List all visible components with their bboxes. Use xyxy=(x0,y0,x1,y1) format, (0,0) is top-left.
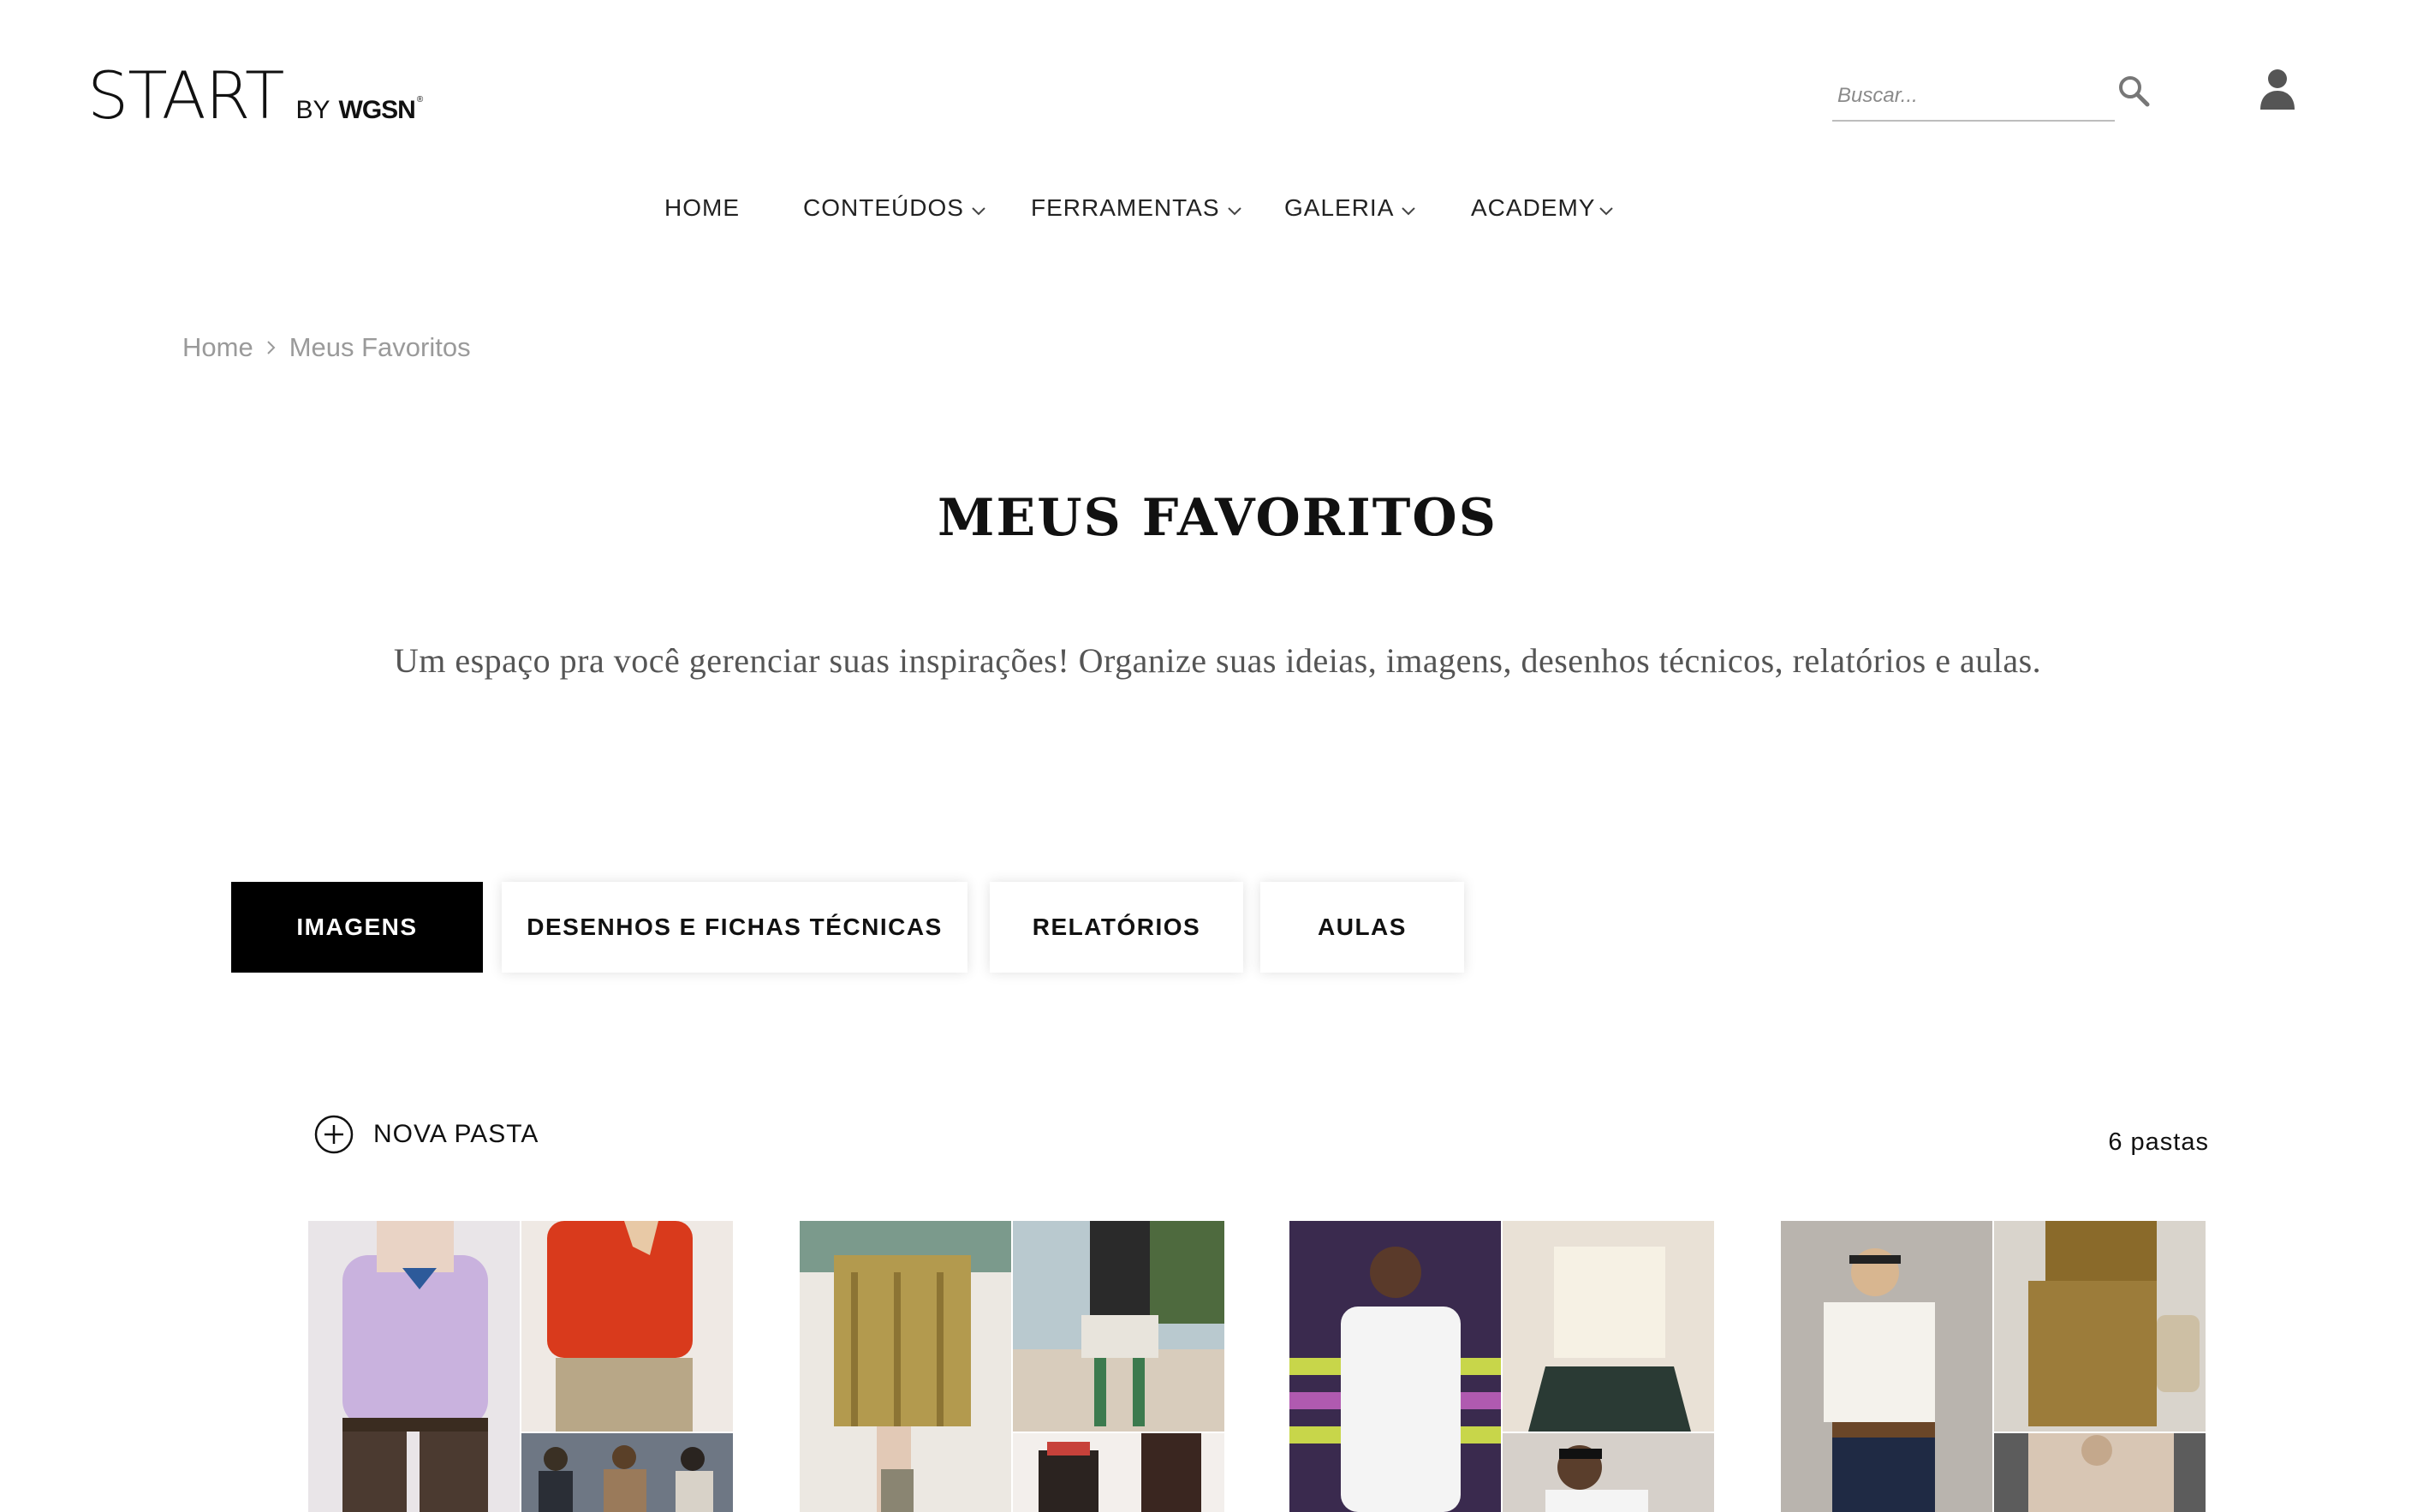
search-box xyxy=(1832,68,2115,122)
breadcrumb-current: Meus Favoritos xyxy=(289,332,471,362)
folder-card[interactable] xyxy=(308,1221,733,1512)
folder-thumbnail xyxy=(1503,1433,1714,1512)
folder-thumbnail xyxy=(1994,1433,2206,1512)
breadcrumb: Home Meus Favoritos xyxy=(182,332,471,363)
tab-imagens[interactable]: IMAGENS xyxy=(231,882,483,973)
chevron-right-icon xyxy=(265,339,277,356)
nav-ferramentas-label: FERRAMENTAS xyxy=(1031,194,1220,221)
search-icon xyxy=(2119,76,2150,107)
nav-galeria-label: GALERIA xyxy=(1284,194,1395,221)
folder-thumbnail xyxy=(1994,1221,2206,1432)
folder-thumbnail xyxy=(1013,1221,1224,1432)
search-input[interactable] xyxy=(1837,80,2094,111)
folder-thumbnail xyxy=(800,1221,1011,1512)
nav-home[interactable]: HOME xyxy=(664,188,740,228)
logo-by: BY xyxy=(295,96,330,124)
folder-thumbnail xyxy=(1289,1221,1501,1512)
folder-thumbnail xyxy=(1013,1433,1224,1512)
breadcrumb-home[interactable]: Home xyxy=(182,332,253,363)
logo[interactable]: START BY WGSN ® xyxy=(87,60,423,128)
chevron-down-icon xyxy=(972,207,985,216)
plus-circle-icon xyxy=(314,1115,354,1154)
nav-academy-label: ACADEMY xyxy=(1471,194,1596,221)
nav-conteudos-label: CONTEÚDOS xyxy=(803,194,964,221)
user-icon xyxy=(2260,69,2295,110)
nav-conteudos[interactable]: CONTEÚDOS xyxy=(803,188,986,228)
tab-desenhos-fichas[interactable]: DESENHOS E FICHAS TÉCNICAS xyxy=(502,882,967,973)
folder-thumbnail xyxy=(1503,1221,1714,1432)
folder-count: 6 pastas xyxy=(2108,1128,2209,1156)
chevron-down-icon xyxy=(1599,207,1614,216)
main-nav: HOME CONTEÚDOS FERRAMENTAS GALERIA ACADE… xyxy=(0,188,2435,231)
page-subtitle: Um espaço pra você gerenciar suas inspir… xyxy=(393,641,2042,680)
folder-card[interactable] xyxy=(1289,1221,1714,1512)
folder-thumbnail xyxy=(521,1433,733,1512)
folder-card[interactable] xyxy=(800,1221,1224,1512)
tab-relatorios[interactable]: RELATÓRIOS xyxy=(990,882,1243,973)
nav-ferramentas[interactable]: FERRAMENTAS xyxy=(1031,188,1242,228)
nav-galeria[interactable]: GALERIA xyxy=(1284,188,1416,228)
search-button[interactable] xyxy=(2115,72,2152,110)
page-title: MEUS FAVORITOS xyxy=(938,488,1497,548)
chevron-down-icon xyxy=(1227,207,1241,216)
favorites-tabs: IMAGENS DESENHOS E FICHAS TÉCNICAS RELAT… xyxy=(0,882,2435,974)
folder-thumbnail xyxy=(308,1221,520,1512)
tab-aulas[interactable]: AULAS xyxy=(1260,882,1464,973)
new-folder-label: NOVA PASTA xyxy=(373,1120,539,1148)
new-folder-button[interactable]: NOVA PASTA xyxy=(313,1113,539,1156)
user-account-button[interactable] xyxy=(2257,67,2298,111)
nav-home-label: HOME xyxy=(664,194,740,221)
folder-thumbnail xyxy=(521,1221,733,1432)
nav-academy[interactable]: ACADEMY xyxy=(1471,188,1614,228)
chevron-down-icon xyxy=(1402,207,1416,216)
logo-start: START xyxy=(87,57,284,134)
logo-brand: WGSN xyxy=(338,96,416,124)
logo-registered: ® xyxy=(416,95,424,104)
folder-thumbnail xyxy=(1781,1221,1992,1512)
folder-card[interactable] xyxy=(1781,1221,2206,1512)
